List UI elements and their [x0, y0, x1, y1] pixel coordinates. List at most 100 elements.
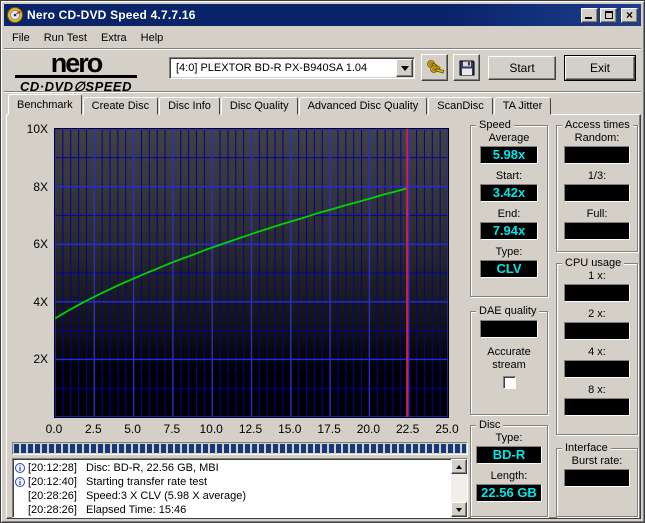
x-axis-tick-label: 17.5: [317, 422, 341, 436]
tab-strip: Benchmark Create Disc Disc Info Disc Qualit…: [8, 94, 552, 115]
menu-item-help[interactable]: Help: [134, 30, 171, 46]
cpu-usage-value: [564, 322, 630, 340]
chart-plot-area: [55, 129, 448, 417]
interface-panel: Interface Burst rate:: [556, 442, 638, 517]
cpu-usage-value: [564, 398, 630, 416]
maximize-button[interactable]: [600, 7, 617, 23]
speed-value: 7.94x: [480, 222, 538, 240]
log-listbox[interactable]: i [20:12:28] Disc: BD-R, 22.56 GB, MBI i [20…: [12, 458, 468, 518]
cpu-usage-value: [564, 284, 630, 302]
keys-icon: [426, 59, 444, 73]
speed-value: 3.42x: [480, 184, 538, 202]
log-entry: i [20:12:28] Disc: BD-R, 22.56 GB, MBI: [15, 461, 451, 475]
speed-value: CLV: [480, 260, 538, 278]
drive-selector[interactable]: [4:0] PLEXTOR BD-R PX-B940SA 1.04: [169, 57, 415, 79]
cpu-usage-panel: CPU usage 1 x: 2 x: 4 x: 8 x:: [556, 257, 638, 435]
accurate-stream-label: Accurate stream: [487, 346, 531, 371]
accurate-stream-checkbox[interactable]: [502, 376, 516, 389]
maximize-icon: [604, 11, 613, 19]
access-times-panel-title: Access times: [562, 119, 633, 131]
speed-label: Start:: [495, 170, 523, 182]
arrow-up-icon: [456, 464, 462, 469]
speed-panel-title: Speed: [476, 119, 514, 131]
menu-item-file[interactable]: File: [5, 30, 37, 46]
info-balloon-icon: i: [15, 462, 25, 473]
y-axis-tick-label: 8X: [33, 179, 48, 194]
x-axis-tick-label: 2.5: [84, 422, 102, 436]
window-title: Nero CD-DVD Speed 4.7.7.16: [27, 8, 196, 22]
x-axis-tick-label: 5.0: [124, 422, 141, 436]
log-message: Starting transfer rate test: [86, 476, 208, 488]
speed-value: 5.98x: [480, 146, 538, 164]
minimize-icon: [585, 16, 592, 19]
interface-panel-title: Interface: [562, 442, 611, 454]
speed-panel: Speed Average 5.98x Start: 3.42x End: 7.94x Ty…: [470, 119, 548, 297]
log-entry: i [20:12:40] Starting transfer rate test: [15, 475, 451, 489]
menu-item-extra[interactable]: Extra: [94, 30, 134, 46]
read-speed-curve: [55, 187, 408, 320]
speed-label: Average: [488, 132, 530, 144]
title-bar: Nero CD-DVD Speed 4.7.7.16 ×: [4, 4, 641, 26]
tab-scandisc[interactable]: ScanDisc: [428, 97, 493, 115]
options-button[interactable]: [421, 54, 448, 81]
tab-disc-info[interactable]: Disc Info: [159, 97, 220, 115]
minimize-button[interactable]: [581, 7, 598, 23]
benchmark-tab-page: 2X 4X 6X 8X 10X 0.0 2.5 5.0 7.5 10.0 12.5 15.0 17.5…: [6, 114, 641, 519]
tab-benchmark[interactable]: Benchmark: [8, 94, 82, 115]
scroll-down-button[interactable]: [451, 502, 467, 517]
tab-ta-jitter[interactable]: TA Jitter: [493, 97, 552, 115]
access-time-value: [564, 146, 630, 164]
chevron-down-icon: [400, 65, 409, 71]
tab-advanced-disc-quality[interactable]: Advanced Disc Quality: [298, 97, 428, 115]
log-message: Elapsed Time: 15:46: [86, 504, 187, 516]
x-axis-tick-label: 20.0: [356, 422, 381, 436]
disc-panel-title: Disc: [476, 419, 504, 431]
log-scrollbar[interactable]: [451, 459, 467, 517]
save-button[interactable]: [453, 54, 480, 81]
chart-x-axis-labels: 0.0 2.5 5.0 7.5 10.0 12.5 15.0 17.5 20.0 22.5 25.0: [46, 422, 459, 436]
x-axis-tick-label: 15.0: [278, 422, 302, 436]
close-button[interactable]: ×: [621, 7, 638, 23]
x-axis-tick-label: 12.5: [238, 422, 263, 436]
drive-selector-dropdown-button[interactable]: [396, 59, 413, 77]
cpu-usage-label: 1 x:: [588, 270, 606, 282]
y-axis-tick-label: 4X: [33, 294, 48, 309]
tab-create-disc[interactable]: Create Disc: [82, 97, 159, 115]
floppy-disk-icon: [459, 60, 474, 75]
speed-label: Type:: [495, 246, 523, 258]
access-time-value: [564, 222, 630, 240]
log-lines: i [20:12:28] Disc: BD-R, 22.56 GB, MBI i [20…: [13, 459, 451, 517]
app-window: Nero CD-DVD Speed 4.7.7.16 × File Run Tes…: [0, 0, 645, 523]
nero-logo: nero CD·DVD∅SPEED: [15, 50, 137, 95]
log-timestamp: [20:12:28]: [28, 462, 77, 474]
y-axis-tick-label: 10X: [26, 122, 48, 136]
close-icon: ×: [625, 8, 633, 22]
start-button[interactable]: Start: [488, 56, 556, 80]
log-timestamp: [20:28:26]: [28, 504, 77, 516]
dae-quality-value: [480, 320, 538, 338]
cpu-usage-label: 8 x:: [588, 384, 606, 396]
cd-speed-gauge-icon: [7, 7, 23, 23]
transfer-rate-chart: [54, 128, 449, 418]
log-timestamp: [20:28:26]: [28, 490, 77, 502]
access-time-label: 1/3:: [587, 170, 607, 182]
x-axis-tick-label: 0.0: [45, 422, 63, 436]
cpu-usage-label: 2 x:: [588, 308, 606, 320]
access-time-label: Full:: [586, 208, 608, 220]
access-time-value: [564, 184, 630, 202]
dae-quality-panel-title: DAE quality: [476, 305, 540, 317]
log-message: Speed:3 X CLV (5.98 X average): [86, 490, 247, 502]
arrow-down-icon: [456, 507, 462, 512]
tab-disc-quality[interactable]: Disc Quality: [220, 97, 298, 115]
progress-fill: [14, 444, 466, 453]
exit-button-label: Exit: [589, 61, 610, 75]
start-button-label: Start: [509, 61, 535, 75]
disc-value: 22.56 GB: [476, 484, 542, 502]
test-progress-bar: [12, 442, 468, 455]
menu-item-run-test[interactable]: Run Test: [37, 30, 94, 46]
scroll-up-button[interactable]: [451, 459, 467, 474]
x-axis-tick-label: 7.5: [163, 422, 181, 436]
exit-button[interactable]: Exit: [565, 56, 635, 80]
chart-y-axis-labels: 2X 4X 6X 8X 10X: [7, 122, 51, 418]
disc-value: BD-R: [476, 446, 542, 464]
